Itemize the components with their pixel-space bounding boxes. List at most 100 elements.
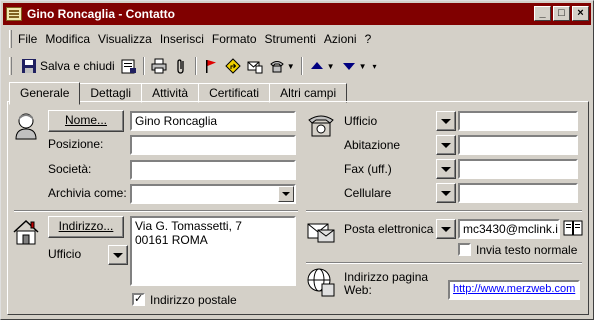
company-field[interactable] xyxy=(130,160,296,180)
floppy-disk-icon xyxy=(22,59,36,73)
file-as-dropdown-arrow[interactable] xyxy=(278,186,294,202)
address-button-label: Indirizzo... xyxy=(58,219,114,233)
address-type-dropdown[interactable] xyxy=(108,245,128,265)
address-book-icon[interactable] xyxy=(563,218,583,238)
email-envelope-icon xyxy=(307,223,335,243)
tab-general[interactable]: Generale xyxy=(9,82,81,105)
menu-file[interactable]: File xyxy=(18,32,37,46)
web-page-label-line2: Web: xyxy=(344,283,372,297)
contact-card-icon[interactable] xyxy=(6,7,22,21)
section-divider xyxy=(14,210,298,212)
web-page-field[interactable]: http://www.merzweb.com xyxy=(448,280,580,300)
toolbar-grip[interactable] xyxy=(9,57,12,75)
mobile-dropdown[interactable] xyxy=(436,183,456,203)
close-button[interactable]: × xyxy=(572,6,589,21)
postal-address-checkbox[interactable]: ✓ xyxy=(132,293,145,306)
menu-view[interactable]: Visualizza xyxy=(98,32,152,46)
address-button[interactable]: Indirizzo... xyxy=(48,216,124,238)
menu-actions[interactable]: Azioni xyxy=(324,32,357,46)
file-as-combo[interactable] xyxy=(130,184,296,204)
previous-item-button[interactable]: ▼ xyxy=(306,55,338,77)
menu-edit[interactable]: Modifica xyxy=(45,32,90,46)
telephone-icon xyxy=(269,61,284,73)
tab-certificates[interactable]: Certificati xyxy=(198,83,271,103)
company-label: Società: xyxy=(48,162,92,176)
home-phone-label: Abitazione xyxy=(344,138,401,152)
menu-tools[interactable]: Strumenti xyxy=(265,32,316,46)
call-contact-button[interactable]: ▼ xyxy=(266,55,298,77)
attach-button[interactable] xyxy=(170,55,192,77)
chevron-down-icon[interactable]: ▼ xyxy=(287,62,295,71)
general-tab-panel: Nome... Gino Roncaglia Posizione: Societ… xyxy=(7,101,589,315)
office-phone-label: Ufficio xyxy=(344,114,378,128)
flag-button[interactable] xyxy=(200,55,222,77)
contact-window: Gino Roncaglia - Contatto _ □ × File Mod… xyxy=(0,0,594,320)
envelope-icon xyxy=(247,61,263,74)
house-icon xyxy=(13,219,39,245)
position-field[interactable] xyxy=(130,135,296,155)
toolbar-separator xyxy=(300,57,303,75)
menu-bar: File Modifica Visualizza Inserisci Forma… xyxy=(3,28,591,50)
paperclip-icon xyxy=(177,59,184,74)
plain-text-checkbox[interactable] xyxy=(458,243,471,256)
fax-label: Fax (uff.) xyxy=(344,162,392,176)
name-button-label: Nome... xyxy=(64,113,107,127)
fax-dropdown[interactable] xyxy=(436,159,456,179)
printer-icon xyxy=(151,58,167,74)
address-type-label: Ufficio xyxy=(48,247,82,261)
postal-address-label: Indirizzo postale xyxy=(150,293,237,307)
toolbar-options-button[interactable]: ▾ xyxy=(369,55,379,77)
print-button[interactable] xyxy=(148,55,170,77)
address-textarea[interactable]: Via G. Tomassetti, 7 00161 ROMA xyxy=(130,216,296,286)
overflow-chevron-icon: ▾ xyxy=(372,61,377,71)
home-phone-field[interactable] xyxy=(458,135,578,155)
position-label: Posizione: xyxy=(48,137,104,151)
save-new-button[interactable] xyxy=(118,55,140,77)
minimize-button[interactable]: _ xyxy=(534,6,551,21)
tab-strip: Generale Dettagli Attività Certificati A… xyxy=(9,81,348,105)
name-button[interactable]: Nome... xyxy=(48,110,124,132)
menu-help[interactable]: ? xyxy=(365,32,372,46)
office-phone-dropdown[interactable] xyxy=(436,111,456,131)
menu-insert[interactable]: Inserisci xyxy=(160,32,204,46)
email-field[interactable]: mc3430@mclink.it xyxy=(458,219,560,239)
office-phone-field[interactable] xyxy=(458,111,578,131)
home-phone-dropdown[interactable] xyxy=(436,135,456,155)
standard-toolbar: Salva e chiudi ▼ ▼ ▼ ▾ xyxy=(3,53,591,79)
menu-format[interactable]: Formato xyxy=(212,32,257,46)
tab-all-fields[interactable]: Altri campi xyxy=(269,83,348,103)
save-new-icon xyxy=(121,59,136,74)
flag-icon xyxy=(205,60,216,73)
save-close-button[interactable]: Salva e chiudi xyxy=(18,55,118,77)
mobile-label: Cellulare xyxy=(344,186,392,200)
section-divider xyxy=(306,262,582,264)
person-icon xyxy=(15,113,37,140)
telephone-icon xyxy=(308,115,334,137)
section-divider xyxy=(306,210,582,212)
road-sign-icon xyxy=(225,58,241,74)
title-bar[interactable]: Gino Roncaglia - Contatto _ □ × xyxy=(3,3,591,25)
full-name-field[interactable]: Gino Roncaglia xyxy=(130,111,296,131)
fax-field[interactable] xyxy=(458,159,578,179)
menu-grip[interactable] xyxy=(9,30,12,48)
email-dropdown[interactable] xyxy=(436,219,456,239)
web-page-label-line1: Indirizzo pagina xyxy=(344,270,429,284)
display-map-button[interactable] xyxy=(222,55,244,77)
toolbar-separator xyxy=(194,57,197,75)
globe-web-icon xyxy=(307,268,335,297)
next-item-button[interactable]: ▼ xyxy=(338,55,370,77)
email-label: Posta elettronica xyxy=(344,222,434,236)
tab-activities[interactable]: Attività xyxy=(141,83,200,103)
file-as-label: Archivia come: xyxy=(48,186,127,200)
tab-details[interactable]: Dettagli xyxy=(79,83,143,103)
maximize-button[interactable]: □ xyxy=(553,6,570,21)
chevron-down-icon[interactable]: ▼ xyxy=(327,62,335,71)
new-message-button[interactable] xyxy=(244,55,266,77)
mobile-field[interactable] xyxy=(458,183,578,203)
arrow-down-icon xyxy=(342,63,355,70)
address-line-2: 00161 ROMA xyxy=(135,233,208,247)
chevron-down-icon[interactable]: ▼ xyxy=(359,62,367,71)
window-title: Gino Roncaglia - Contatto xyxy=(27,7,175,21)
arrow-up-icon xyxy=(310,62,323,69)
toolbar-separator xyxy=(142,57,145,75)
